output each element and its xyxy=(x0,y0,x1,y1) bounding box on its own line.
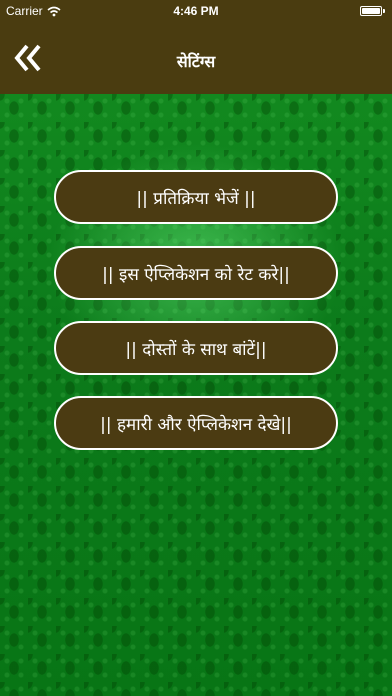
send-feedback-button[interactable]: || प्रतिक्रिया भेजें || xyxy=(54,170,338,224)
status-time: 4:46 PM xyxy=(173,4,219,18)
page-title: सेटिंग्स xyxy=(176,52,216,71)
nav-bar: सेटिंग्स xyxy=(0,22,392,94)
share-with-friends-button[interactable]: || दोस्तों के साथ बांटें|| xyxy=(54,321,338,375)
settings-content: || प्रतिक्रिया भेजें || || इस ऐप्लिकेशन … xyxy=(0,94,392,696)
battery-icon xyxy=(360,6,385,16)
status-bar: Carrier 4:46 PM xyxy=(0,0,392,22)
battery-fill xyxy=(362,8,380,14)
rate-app-button[interactable]: || इस ऐप्लिकेशन को रेट करे|| xyxy=(54,246,338,300)
more-apps-button[interactable]: || हमारी और ऐप्लिकेशन देखे|| xyxy=(54,396,338,450)
